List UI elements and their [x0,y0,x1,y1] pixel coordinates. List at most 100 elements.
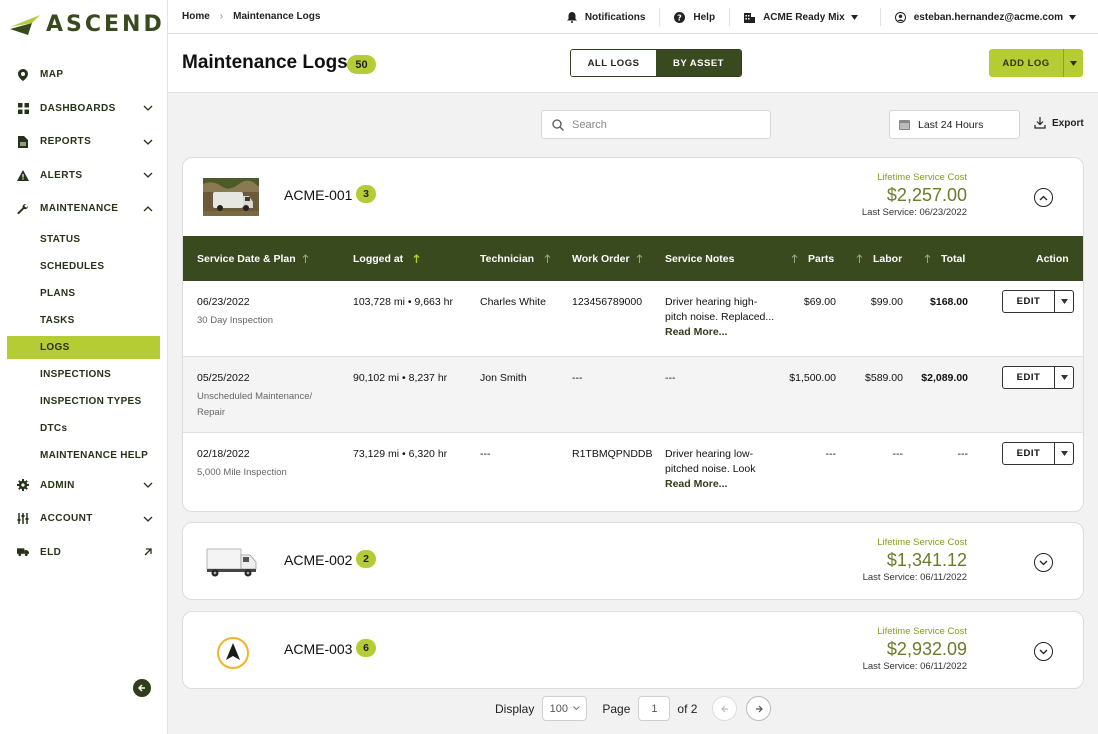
column-header-label: Work Order [572,252,630,265]
sidebar-item-alerts[interactable]: ALERTS [0,159,167,193]
bell-icon [566,11,577,23]
technician-cell: Charles White [480,296,546,308]
chevron-down-icon [143,105,153,112]
edit-dropdown-button[interactable] [1054,443,1073,464]
read-more-link[interactable]: Read More... [665,325,774,340]
asset-name[interactable]: ACME-003 [284,641,352,657]
help-icon: ? [674,11,686,23]
labor-cell: $99.00 [870,296,903,308]
chevron-down-icon [1039,560,1048,565]
edit-dropdown-button[interactable] [1054,367,1073,388]
column-header-logged-at[interactable]: Logged at [353,253,420,265]
lifetime-cost-label: Lifetime Service Cost [877,537,967,548]
service-notes-line: pitch noise. Replaced... [665,311,775,323]
sidebar-item-eld[interactable]: ELD [0,536,167,570]
ascend-logo[interactable]: ASCEND [10,12,165,37]
logs-table-header: Service Date & Plan Logged at Technician… [183,236,1083,281]
asset-name[interactable]: ACME-001 [284,187,352,203]
column-header-service-notes[interactable]: Service Notes [665,253,734,265]
last-service-date: Last Service: 06/23/2022 [861,207,967,218]
column-header-technician[interactable]: Technician [480,253,551,265]
column-header-labor[interactable]: Labor [856,253,902,265]
company-selector[interactable]: ACME Ready Mix [729,8,880,26]
asset-card: ACME-001 3 Lifetime Service Cost $2,257.… [182,157,1084,512]
sidebar-collapse-button[interactable] [133,679,151,697]
sidebar-item-label: ELD [40,546,62,558]
sidebar-item-maintenance[interactable]: MAINTENANCE [0,192,167,226]
asset-card-header[interactable]: ACME-002 2 Lifetime Service Cost $1,341.… [183,523,1083,599]
service-notes-line: Driver hearing low- [665,448,754,460]
breadcrumb-home[interactable]: Home [182,11,210,22]
collapse-toggle-button[interactable] [1034,188,1053,207]
search-input[interactable] [572,118,752,131]
sidebar-sub-inspection-types[interactable]: INSPECTION TYPES [0,388,167,415]
sidebar-item-reports[interactable]: REPORTS [0,125,167,159]
sidebar-sub-plans[interactable]: PLANS [0,280,167,307]
sidebar-sub-logs[interactable]: LOGS [7,335,160,359]
add-log-dropdown-button[interactable] [1063,49,1083,77]
arrow-right-icon [755,705,763,712]
gear-icon [17,479,29,492]
user-menu[interactable]: esteban.hernandez@acme.com [879,8,1098,26]
arrow-left-icon [137,684,145,692]
chevron-down-icon [1039,649,1048,654]
column-header-action: Action [1036,253,1069,265]
edit-dropdown-button[interactable] [1054,291,1073,312]
caret-down-icon [1070,60,1077,66]
export-button[interactable]: Export [1034,117,1084,129]
sidebar-sub-tasks[interactable]: TASKS [0,307,167,334]
box-truck-image [206,548,257,577]
sliders-icon [17,513,29,525]
service-plan: 5,000 Mile Inspection [197,467,287,478]
sidebar-sub-maintenance-help[interactable]: MAINTENANCE HELP [0,442,167,469]
edit-button[interactable]: EDIT [1003,367,1054,388]
lifetime-cost-label: Lifetime Service Cost [877,172,967,183]
sidebar-sub-status[interactable]: STATUS [0,226,167,253]
download-icon [1034,117,1046,129]
service-notes-cell: Driver hearing low- pitched noise. Look … [665,447,755,492]
sidebar-item-dashboards[interactable]: DASHBOARDS [0,92,167,126]
sidebar-item-map[interactable]: MAP [0,58,167,92]
alert-triangle-icon [17,169,29,181]
column-header-total[interactable]: Total [924,253,965,265]
sidebar-item-admin[interactable]: ADMIN [0,469,167,503]
user-email: esteban.hernandez@acme.com [913,11,1063,23]
previous-page-button[interactable] [712,696,738,721]
column-header-parts[interactable]: Parts [791,253,834,265]
by-asset-tab[interactable]: BY ASSET [656,50,741,76]
sidebar-sub-dtcs[interactable]: DTCs [0,415,167,442]
last-service-date: Last Service: 06/11/2022 [862,661,967,672]
page-number-input[interactable]: 1 [638,696,671,721]
logged-at-cell: 90,102 mi • 8,237 hr [353,372,448,384]
column-header-service-date[interactable]: Service Date & Plan [197,253,309,265]
next-page-button[interactable] [746,696,772,721]
expand-toggle-button[interactable] [1034,553,1053,572]
help-link[interactable]: ? Help [659,8,729,26]
company-name: ACME Ready Mix [763,11,845,23]
main-content: Last 24 Hours Export ACME-001 3 Lifetime… [168,93,1098,734]
sidebar-item-account[interactable]: ACCOUNT [0,502,167,536]
asset-card-header[interactable]: ACME-001 3 Lifetime Service Cost $2,257.… [183,158,1083,236]
search-box [541,110,771,139]
edit-button[interactable]: EDIT [1003,291,1054,312]
edit-button[interactable]: EDIT [1003,443,1054,464]
read-more-link[interactable]: Read More... [665,477,755,492]
add-log-button[interactable]: ADD LOG [989,49,1063,77]
expand-toggle-button[interactable] [1034,642,1053,661]
service-plan: Unscheduled Maintenance/Repair [197,389,312,421]
column-header-work-order[interactable]: Work Order [572,253,643,265]
grid-icon [17,102,29,114]
all-logs-tab[interactable]: ALL LOGS [571,50,656,76]
lifetime-cost: Lifetime Service Cost $2,257.00 Last Ser… [862,172,967,218]
sidebar-sub-schedules[interactable]: SCHEDULES [0,253,167,280]
asset-card-header[interactable]: ACME-003 6 Lifetime Service Cost $2,932.… [183,612,1083,688]
pagination: Display 100 Page 1 of 2 [495,696,772,721]
asset-name[interactable]: ACME-002 [284,552,352,568]
date-range-picker[interactable]: Last 24 Hours [889,110,1020,139]
notifications-link[interactable]: Notifications [553,8,660,26]
lifetime-cost-label: Lifetime Service Cost [877,626,967,637]
sidebar-sub-inspections[interactable]: INSPECTIONS [0,361,167,388]
lifetime-cost: Lifetime Service Cost $2,932.09 Last Ser… [863,626,967,672]
page-size-select[interactable]: 100 [542,696,588,721]
column-header-label: Technician [480,252,535,265]
